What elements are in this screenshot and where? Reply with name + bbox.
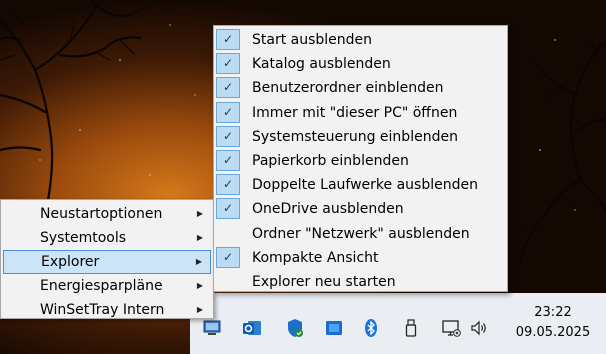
submenu-item-label: Systemsteuerung einblenden (252, 128, 458, 145)
clock-time: 23:22 (534, 305, 572, 320)
checkmark-icon: ✓ (216, 174, 240, 196)
volume-icon[interactable] (469, 318, 489, 338)
submenu-arrow-icon: ▶ (196, 305, 203, 314)
desktop: 23:22 09.05.2025 Neustartoptionen ▶ System… (0, 0, 606, 354)
submenu-item-label: Start ausblenden (252, 32, 373, 48)
menu-item-winsettray-intern[interactable]: WinSetTray Intern ▶ (3, 298, 211, 322)
submenu-arrow-icon: ▶ (196, 281, 203, 290)
submenu-arrow-icon: ▶ (195, 257, 202, 266)
submenu-item[interactable]: ✓ Benutzerordner einblenden (214, 76, 507, 100)
checkmark-icon: ✓ (216, 29, 240, 50)
menu-item-label: Systemtools (40, 230, 127, 246)
outlook-icon[interactable] (242, 318, 262, 338)
store-icon[interactable] (324, 318, 344, 338)
checkmark-icon: ✓ (216, 101, 240, 123)
submenu-item[interactable]: ✓ OneDrive ausblenden (214, 197, 507, 221)
submenu-item[interactable]: ✓ Immer mit "dieser PC" öffnen (214, 101, 507, 125)
submenu-item-label: Explorer neu starten (252, 273, 396, 290)
clock-date: 09.05.2025 (515, 325, 591, 340)
menu-item-label: Energiesparpläne (40, 278, 163, 294)
submenu-arrow-icon: ▶ (196, 209, 203, 218)
submenu-item[interactable]: Explorer neu starten (214, 270, 507, 294)
defender-shield-icon[interactable] (285, 318, 305, 338)
submenu-item-label: Kompakte Ansicht (252, 249, 379, 266)
submenu-item[interactable]: ✓ Doppelte Laufwerke ausblenden (214, 173, 507, 197)
menu-item-label: Neustartoptionen (40, 206, 163, 222)
submenu-item[interactable]: ✓ Papierkorb einblenden (214, 149, 507, 173)
submenu-item-label: Katalog ausblenden (252, 56, 391, 73)
menu-item-neustartoptionen[interactable]: Neustartoptionen ▶ (3, 202, 211, 226)
menu-item-explorer[interactable]: Explorer ▶ (3, 250, 211, 274)
submenu-arrow-icon: ▶ (196, 233, 203, 242)
submenu-item[interactable]: ✓ Kompakte Ansicht (214, 246, 507, 270)
submenu-item-label: Immer mit "dieser PC" öffnen (252, 104, 458, 121)
checkmark-icon: ✓ (216, 125, 240, 147)
usb-drive-icon[interactable] (401, 318, 421, 338)
submenu-item[interactable]: ✓ Katalog ausblenden (214, 52, 507, 76)
submenu-item-label: Benutzerordner einblenden (252, 80, 444, 97)
menu-item-energiesparpläne[interactable]: Energiesparpläne ▶ (3, 274, 211, 298)
checkmark-icon: ✓ (216, 198, 240, 220)
checkmark-icon: ✓ (216, 77, 240, 99)
submenu-item[interactable]: Ordner "Netzwerk" ausblenden (214, 222, 507, 246)
submenu-item[interactable]: ✓ Start ausblenden (214, 28, 507, 52)
network-monitor-icon[interactable] (441, 318, 461, 338)
menu-item-systemtools[interactable]: Systemtools ▶ (3, 226, 211, 250)
submenu-item-label: Ordner "Netzwerk" ausblenden (252, 225, 470, 242)
checkmark-icon: ✓ (216, 53, 240, 75)
checkmark-icon: ✓ (216, 246, 240, 268)
menu-item-label: WinSetTray Intern (40, 302, 165, 318)
system-clock[interactable]: 23:22 09.05.2025 (505, 303, 601, 343)
explorer-submenu: ✓ Start ausblenden ✓ Katalog ausblenden ✓ Ben… (213, 25, 508, 292)
submenu-item-label: Papierkorb einblenden (252, 152, 409, 169)
submenu-item-label: Doppelte Laufwerke ausblenden (252, 177, 478, 194)
checkmark-icon: ✓ (216, 149, 240, 171)
menu-item-label: Explorer (41, 254, 100, 270)
bluetooth-icon[interactable] (361, 318, 381, 338)
tray-context-menu: Neustartoptionen ▶ Systemtools ▶ Explorer ▶ En… (0, 199, 214, 319)
submenu-item-label: OneDrive ausblenden (252, 201, 404, 218)
submenu-item[interactable]: ✓ Systemsteuerung einblenden (214, 125, 507, 149)
